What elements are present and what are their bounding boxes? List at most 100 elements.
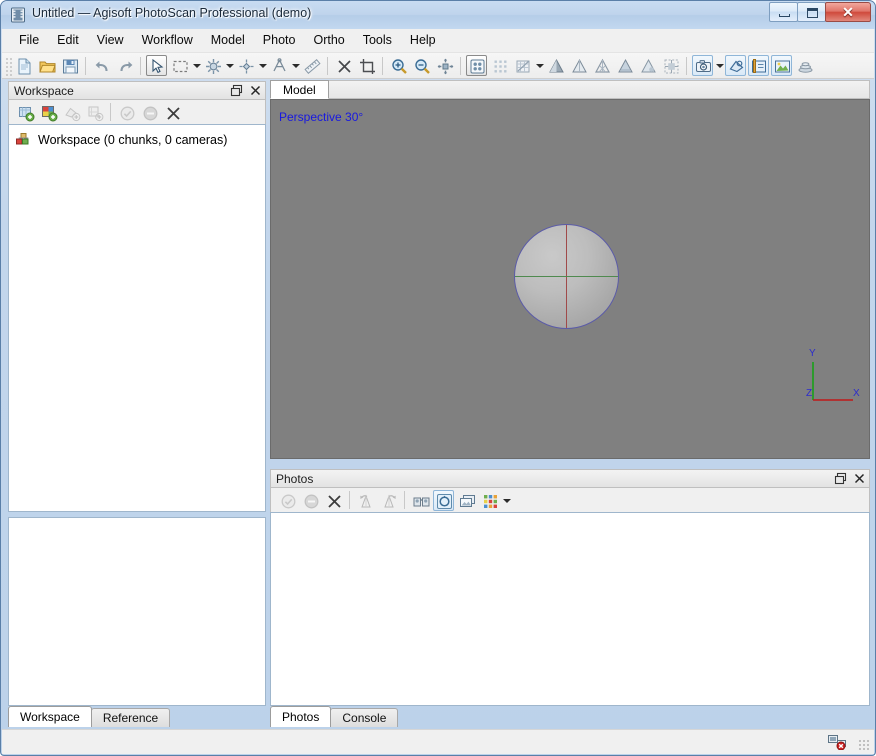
- scale-object-icon[interactable]: [268, 55, 289, 76]
- tab-console[interactable]: Console: [330, 708, 399, 727]
- redo-arrow-icon[interactable]: [114, 55, 135, 76]
- zoom-out-icon[interactable]: [411, 55, 432, 76]
- network-disconnected-icon[interactable]: [828, 734, 848, 751]
- tiled-model-icon[interactable]: [660, 55, 681, 76]
- restore-button[interactable]: [797, 2, 826, 22]
- mesh-texture-icon[interactable]: [512, 55, 533, 76]
- show-tiles-icon[interactable]: [794, 55, 815, 76]
- minimize-icon: [779, 14, 790, 17]
- region-sphere[interactable]: [514, 224, 619, 329]
- menu-item-view[interactable]: View: [88, 30, 133, 51]
- show-cameras-icon[interactable]: [692, 55, 713, 76]
- add-photos-icon[interactable]: [38, 102, 59, 123]
- close-icon: ✕: [842, 4, 854, 20]
- save-disk-icon[interactable]: [59, 55, 80, 76]
- disable-photo-icon[interactable]: [300, 490, 321, 511]
- photos-thumbnail-area[interactable]: [270, 512, 870, 706]
- menu-item-tools[interactable]: Tools: [354, 30, 401, 51]
- confidence-model-icon[interactable]: [637, 55, 658, 76]
- dense-cloud-icon[interactable]: [489, 55, 510, 76]
- resize-grip[interactable]: [858, 739, 871, 752]
- toolbar-separator: [327, 56, 328, 75]
- scale-object-dropdown[interactable]: [290, 55, 300, 76]
- rectangle-select-dropdown[interactable]: [191, 55, 201, 76]
- workspace-tree[interactable]: Workspace (0 chunks, 0 cameras): [8, 124, 266, 512]
- match-photos-icon[interactable]: [410, 490, 431, 511]
- show-markers-icon[interactable]: [725, 55, 746, 76]
- toolbar-separator: [140, 56, 141, 75]
- add-scalebar-icon[interactable]: [84, 102, 105, 123]
- main-toolbar: [2, 53, 874, 79]
- move-object-icon[interactable]: [202, 55, 223, 76]
- workspace-toolbar-separator: [110, 103, 111, 121]
- crop-selection-icon[interactable]: [356, 55, 377, 76]
- show-region-icon[interactable]: [748, 55, 769, 76]
- application-window: Untitled — Agisoft PhotoScan Professiona…: [0, 0, 876, 756]
- reset-view-icon[interactable]: [434, 55, 455, 76]
- solid-model-icon[interactable]: [568, 55, 589, 76]
- close-panel-icon[interactable]: [249, 84, 262, 97]
- toolbar-grip[interactable]: [4, 55, 12, 76]
- disable-item-icon[interactable]: [139, 102, 160, 123]
- new-document-icon[interactable]: [13, 55, 34, 76]
- wireframe-model-icon[interactable]: [591, 55, 612, 76]
- reference-pane[interactable]: [8, 517, 266, 706]
- reset-photo-icon[interactable]: [433, 489, 454, 511]
- pointer-select-icon[interactable]: [146, 55, 167, 76]
- menu-item-ortho[interactable]: Ortho: [304, 30, 353, 51]
- axis-label-x: X: [853, 388, 860, 399]
- shaded-model-icon[interactable]: [545, 55, 566, 76]
- zoom-in-icon[interactable]: [388, 55, 409, 76]
- rotate-object-icon[interactable]: [235, 55, 256, 76]
- thumbnail-grid-dropdown[interactable]: [501, 490, 511, 511]
- menu-bar: File Edit View Workflow Model Photo Orth…: [2, 29, 874, 53]
- close-panel-icon[interactable]: [853, 472, 866, 485]
- minimize-button[interactable]: [769, 2, 798, 22]
- remove-photo-icon[interactable]: [323, 490, 344, 511]
- point-cloud-icon[interactable]: [466, 55, 487, 76]
- tab-reference[interactable]: Reference: [90, 708, 171, 727]
- menu-item-workflow[interactable]: Workflow: [133, 30, 202, 51]
- show-cameras-dropdown[interactable]: [714, 55, 724, 76]
- menu-item-model[interactable]: Model: [202, 30, 254, 51]
- detail-view-icon[interactable]: [456, 490, 477, 511]
- add-markers-icon[interactable]: [61, 102, 82, 123]
- photos-panel: Photos: [270, 469, 870, 512]
- enable-item-icon[interactable]: [116, 102, 137, 123]
- ruler-measure-icon[interactable]: [301, 55, 322, 76]
- menu-item-edit[interactable]: Edit: [48, 30, 88, 51]
- textured-model-icon[interactable]: [614, 55, 635, 76]
- perspective-label: Perspective 30°: [279, 110, 364, 124]
- close-button[interactable]: ✕: [825, 2, 871, 22]
- undock-icon[interactable]: [230, 84, 243, 97]
- photos-panel-toolbar: [270, 488, 870, 512]
- tab-workspace[interactable]: Workspace: [8, 706, 92, 727]
- show-images-icon[interactable]: [771, 55, 792, 76]
- model-viewport[interactable]: Perspective 30° Y Z X: [270, 99, 870, 459]
- mesh-texture-dropdown[interactable]: [534, 55, 544, 76]
- tree-item-workspace[interactable]: Workspace (0 chunks, 0 cameras): [9, 131, 265, 148]
- status-bar: [2, 729, 874, 754]
- menu-item-file[interactable]: File: [10, 30, 48, 51]
- rectangle-select-icon[interactable]: [169, 55, 190, 76]
- remove-item-icon[interactable]: [162, 102, 183, 123]
- workspace-panel-label: Workspace: [14, 83, 74, 98]
- open-folder-icon[interactable]: [36, 55, 57, 76]
- rotate-object-dropdown[interactable]: [257, 55, 267, 76]
- photos-panel-title: Photos: [270, 469, 870, 488]
- undock-icon[interactable]: [834, 472, 847, 485]
- toolbar-separator: [686, 56, 687, 75]
- add-chunk-icon[interactable]: [15, 102, 36, 123]
- menu-item-help[interactable]: Help: [401, 30, 445, 51]
- tab-model[interactable]: Model: [270, 80, 329, 99]
- rotate-left-icon[interactable]: [355, 490, 376, 511]
- thumbnail-grid-icon[interactable]: [479, 490, 500, 511]
- tab-photos[interactable]: Photos: [270, 706, 332, 727]
- enable-photo-icon[interactable]: [277, 490, 298, 511]
- rotate-right-icon[interactable]: [378, 490, 399, 511]
- undo-arrow-icon[interactable]: [91, 55, 112, 76]
- move-object-dropdown[interactable]: [224, 55, 234, 76]
- delete-cross-icon[interactable]: [333, 55, 354, 76]
- model-tab-background: [270, 80, 870, 99]
- menu-item-photo[interactable]: Photo: [254, 30, 305, 51]
